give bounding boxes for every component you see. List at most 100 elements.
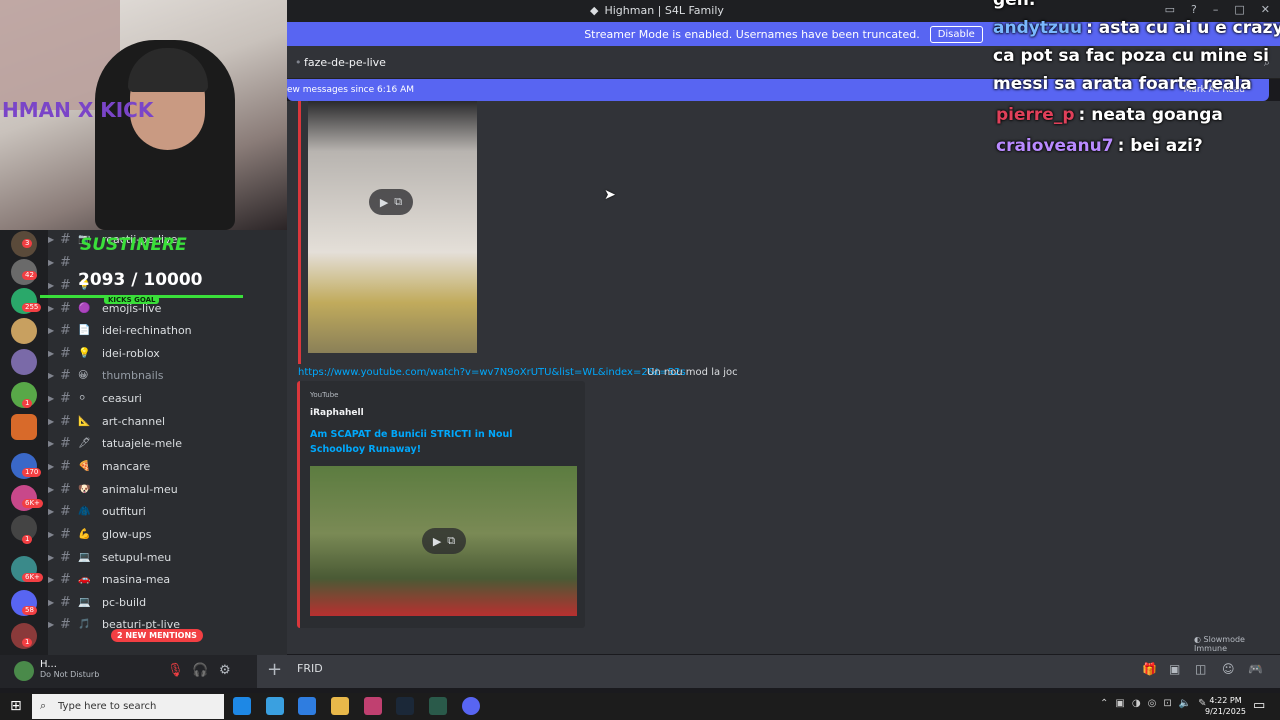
taskbar-search[interactable]: ⌕ Type here to search: [32, 694, 224, 719]
chat-username: gen:: [993, 0, 1036, 10]
search-icon: ⌕: [40, 699, 47, 712]
chevron-right-icon: ▶: [48, 529, 55, 539]
hash-icon: #: [60, 390, 71, 406]
discord-icon[interactable]: [462, 697, 480, 715]
sidebar-channel[interactable]: ▶ # 🐶 animalul-meu: [48, 479, 287, 499]
app-icon[interactable]: [364, 697, 382, 715]
tray-icon[interactable]: ◑: [1132, 698, 1141, 709]
embed-provider: YouTube: [310, 391, 339, 399]
windows-start-icon[interactable]: ⊞: [10, 698, 22, 714]
message-composer[interactable]: + FRID 🎁 ▣ ◫ ☺ 🎮: [257, 655, 1280, 688]
server-badge: 6K+: [22, 573, 43, 582]
deafen-icon[interactable]: 🎧: [192, 663, 208, 678]
hash-icon: #: [60, 594, 71, 610]
goal-title: SUSTINERE: [80, 235, 187, 255]
chat-line: messi sa arata foarte reala: [993, 70, 1252, 98]
channel-emoji: 🚗: [78, 573, 91, 585]
server-icon[interactable]: [11, 414, 37, 440]
notifications-icon[interactable]: ▭: [1253, 698, 1265, 713]
gif-icon[interactable]: ▣: [1169, 662, 1180, 676]
sidebar-channel[interactable]: ▶ # 💡 idei-roblox: [48, 343, 287, 363]
channel-emoji: 🍕: [78, 460, 91, 472]
app-icon[interactable]: [429, 697, 447, 715]
goal-label: KICKS GOAL: [104, 296, 160, 304]
username[interactable]: H...: [40, 659, 57, 670]
sidebar-channel[interactable]: ▶ # 🚗 masina-mea: [48, 569, 287, 589]
tray-icon[interactable]: ◎: [1148, 698, 1157, 709]
chevron-up-icon[interactable]: ⌃: [1100, 698, 1108, 709]
mute-icon[interactable]: 🎙: [167, 663, 184, 678]
play-button[interactable]: ▶ ⧉: [369, 189, 413, 215]
hash-icon: #: [60, 571, 71, 587]
channel-emoji: 💻: [78, 596, 91, 608]
sticker-icon[interactable]: ◫: [1195, 662, 1206, 676]
hash-icon: #: [60, 503, 71, 519]
sidebar-channel[interactable]: ▶ # 📐 art-channel: [48, 411, 287, 431]
embed-author[interactable]: iRaphahell: [310, 408, 364, 418]
new-messages-text: ew messages since 6:16 AM: [287, 85, 414, 95]
settings-gear-icon[interactable]: ⚙: [219, 663, 231, 678]
server-badge: 58: [22, 606, 37, 615]
server-badge: 1: [22, 535, 33, 544]
chat-line: craioveanu7: bei azi?: [996, 132, 1203, 160]
new-mentions-pill[interactable]: 2 NEW MENTIONS: [111, 629, 203, 642]
message-text: Un nou mod la joc: [647, 367, 738, 378]
system-tray: ⌃ ▣ ◑ ◎ ⊡ 🔈 ✎: [1100, 698, 1207, 709]
volume-icon[interactable]: 🔈: [1179, 698, 1191, 709]
channel-name: mancare: [102, 459, 151, 473]
add-attachment-icon[interactable]: +: [267, 659, 282, 680]
channel-emoji: 💪: [78, 528, 91, 540]
tray-icon[interactable]: ▣: [1115, 698, 1124, 709]
sidebar-channel[interactable]: ▶ # 😀 thumbnails: [48, 365, 287, 385]
chevron-right-icon: ▶: [48, 325, 55, 335]
embed-thumbnail[interactable]: ▶ ⧉: [310, 466, 577, 616]
chevron-right-icon: ▶: [48, 574, 55, 584]
sidebar-channel[interactable]: ▶ # 💻 setupul-meu: [48, 547, 287, 567]
sidebar-channel[interactable]: ▶ # 🍕 mancare: [48, 456, 287, 476]
embed-title[interactable]: Am SCAPAT de Bunicii STRICTI in Noul Sch…: [310, 427, 570, 457]
sidebar-channel[interactable]: ▶ # 🧥 outfituri: [48, 501, 287, 521]
steam-icon[interactable]: [396, 697, 414, 715]
activity-icon[interactable]: 🎮: [1248, 662, 1263, 676]
server-badge: 255: [22, 303, 42, 312]
play-button[interactable]: ▶ ⧉: [422, 528, 466, 554]
sidebar-channel[interactable]: ▶ # 💪 glow-ups: [48, 524, 287, 544]
chevron-right-icon: ▶: [48, 393, 55, 403]
server-icon[interactable]: [11, 349, 37, 375]
sidebar-channel[interactable]: ▶ # 💻 pc-build: [48, 592, 287, 612]
play-icon: ▶: [379, 195, 389, 209]
taskbar-clock[interactable]: 4:22 PM 9/21/2025: [1205, 695, 1246, 717]
message-input[interactable]: FRID: [297, 662, 323, 675]
channel-emoji: 🧥: [78, 505, 91, 517]
streamer-mode-text: Streamer Mode is enabled. Usernames have…: [584, 27, 920, 41]
server-badge: 6K+: [22, 499, 43, 508]
task-view-icon[interactable]: [233, 697, 251, 715]
hash-icon: #: [60, 300, 71, 316]
network-icon[interactable]: ⊡: [1163, 698, 1171, 709]
video-attachment[interactable]: ▶ ⧉: [298, 101, 477, 364]
emoji-icon[interactable]: ☺: [1222, 662, 1235, 676]
chat-text: : bei azi?: [1117, 136, 1203, 156]
channel-name: idei-roblox: [102, 346, 160, 360]
copilot-icon[interactable]: [266, 697, 284, 715]
webcam-overlay: HMAN X KICK: [0, 0, 287, 230]
disable-streamer-button[interactable]: Disable: [929, 25, 983, 43]
sidebar-channel[interactable]: ▶ # 🟣 emojis-live: [48, 298, 287, 318]
chat-line: andytzuu: asta cu ai u e crazy: [993, 14, 1280, 42]
gift-icon[interactable]: 🎁: [1142, 662, 1157, 676]
avatar[interactable]: [14, 661, 34, 681]
chat-line: pierre_p: neata goanga: [996, 101, 1223, 129]
file-explorer-icon[interactable]: [331, 697, 349, 715]
chevron-right-icon: ▶: [48, 484, 55, 494]
hash-icon: #: [60, 322, 71, 338]
chat-username: andytzuu: [993, 18, 1083, 38]
message-highlight-bar: [298, 101, 301, 364]
app-icon[interactable]: [298, 697, 316, 715]
server-icon[interactable]: [11, 318, 37, 344]
sidebar-channel[interactable]: ▶ # ⚪ ceasuri: [48, 388, 287, 408]
sidebar-channel[interactable]: ▶ # 🖋 tatuajele-mele: [48, 433, 287, 453]
youtube-link[interactable]: https://www.youtube.com/watch?v=wv7N9oXr…: [298, 367, 686, 378]
sidebar-channel[interactable]: ▶ # 📄 idei-rechinathon: [48, 320, 287, 340]
chat-line: ca pot sa fac poza cu mine si: [993, 42, 1269, 70]
channel-emoji: 💡: [78, 347, 91, 359]
